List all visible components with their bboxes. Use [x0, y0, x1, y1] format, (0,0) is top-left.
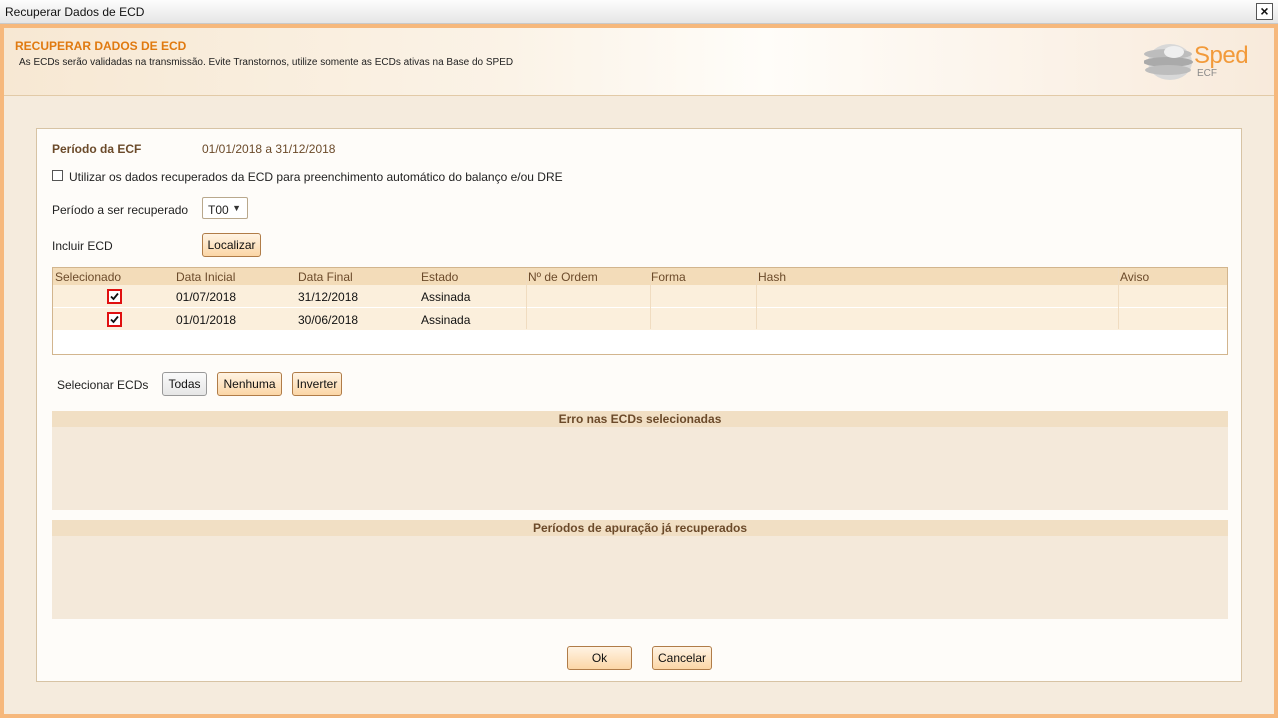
col-data-inicial: Data Inicial	[176, 270, 236, 284]
cell-data-inicial: 01/01/2018	[176, 313, 237, 327]
todas-button[interactable]: Todas	[162, 372, 207, 396]
window-titlebar: Recuperar Dados de ECD ×	[0, 0, 1278, 24]
col-forma: Forma	[651, 270, 686, 284]
selecionar-ecds-label: Selecionar ECDs	[57, 378, 149, 392]
column-divider	[756, 268, 757, 329]
cell-data-final: 30/06/2018	[298, 313, 359, 327]
dialog-body: RECUPERAR DADOS DE ECD As ECDs serão val…	[4, 28, 1274, 714]
sped-globe-icon	[1144, 44, 1193, 80]
check-icon	[110, 315, 119, 324]
col-aviso: Aviso	[1120, 270, 1150, 284]
cell-data-inicial: 01/07/2018	[176, 290, 237, 304]
periodo-recuperar-select[interactable]: T00 ▼	[202, 197, 248, 219]
logo-text: Sped	[1194, 42, 1249, 69]
preenchimento-checkbox-label: Utilizar os dados recuperados da ECD par…	[69, 170, 563, 184]
ok-button[interactable]: Ok	[567, 646, 632, 670]
erros-panel-title: Erro nas ECDs selecionadas	[52, 411, 1228, 427]
periodo-recuperar-label: Período a ser recuperado	[52, 203, 189, 217]
col-ordem: Nº de Ordem	[528, 270, 598, 284]
localizar-button[interactable]: Localizar	[202, 233, 261, 257]
column-divider	[650, 268, 651, 329]
col-estado: Estado	[421, 270, 459, 284]
cell-data-final: 31/12/2018	[298, 290, 359, 304]
check-icon	[110, 292, 119, 301]
header-title: RECUPERAR DADOS DE ECD	[15, 39, 187, 53]
periodo-ecf-label: Período da ECF	[52, 142, 142, 156]
cancelar-button[interactable]: Cancelar	[652, 646, 712, 670]
table-header: Selecionado Data Inicial Data Final Esta…	[53, 268, 1227, 285]
col-hash: Hash	[758, 270, 787, 284]
window-title: Recuperar Dados de ECD	[5, 5, 145, 19]
periodo-ecf-value: 01/01/2018 a 31/12/2018	[202, 142, 336, 156]
chevron-down-icon: ▼	[232, 203, 241, 213]
dialog-header: RECUPERAR DADOS DE ECD As ECDs serão val…	[4, 28, 1274, 96]
table-row[interactable]: 01/01/2018 30/06/2018 Assinada	[53, 308, 1227, 331]
header-subtitle: As ECDs serão validadas na transmissão. …	[19, 57, 514, 68]
column-divider	[1118, 268, 1119, 329]
periodos-panel-title: Períodos de apuração já recuperados	[52, 520, 1228, 536]
preenchimento-checkbox[interactable]	[52, 170, 63, 181]
sped-logo: Sped ECF	[1144, 40, 1254, 84]
inverter-button[interactable]: Inverter	[292, 372, 342, 396]
cell-estado: Assinada	[421, 313, 471, 327]
row-select-checkbox[interactable]	[107, 289, 122, 304]
periodos-panel: Períodos de apuração já recuperados	[52, 520, 1228, 619]
close-button[interactable]: ×	[1256, 3, 1273, 20]
periodo-recuperar-value: T00	[208, 203, 229, 217]
column-divider	[526, 268, 527, 329]
col-selecionado: Selecionado	[55, 270, 122, 284]
form-panel: Período da ECF 01/01/2018 a 31/12/2018 U…	[36, 128, 1242, 682]
incluir-ecd-label: Incluir ECD	[52, 239, 113, 253]
cell-estado: Assinada	[421, 290, 471, 304]
nenhuma-button[interactable]: Nenhuma	[217, 372, 282, 396]
logo-subtext: ECF	[1197, 68, 1217, 79]
window-frame: RECUPERAR DADOS DE ECD As ECDs serão val…	[0, 24, 1278, 718]
col-data-final: Data Final	[298, 270, 353, 284]
table-row[interactable]: 01/07/2018 31/12/2018 Assinada	[53, 285, 1227, 308]
row-select-checkbox[interactable]	[107, 312, 122, 327]
ecd-table: Selecionado Data Inicial Data Final Esta…	[52, 267, 1228, 355]
erros-panel: Erro nas ECDs selecionadas	[52, 411, 1228, 510]
